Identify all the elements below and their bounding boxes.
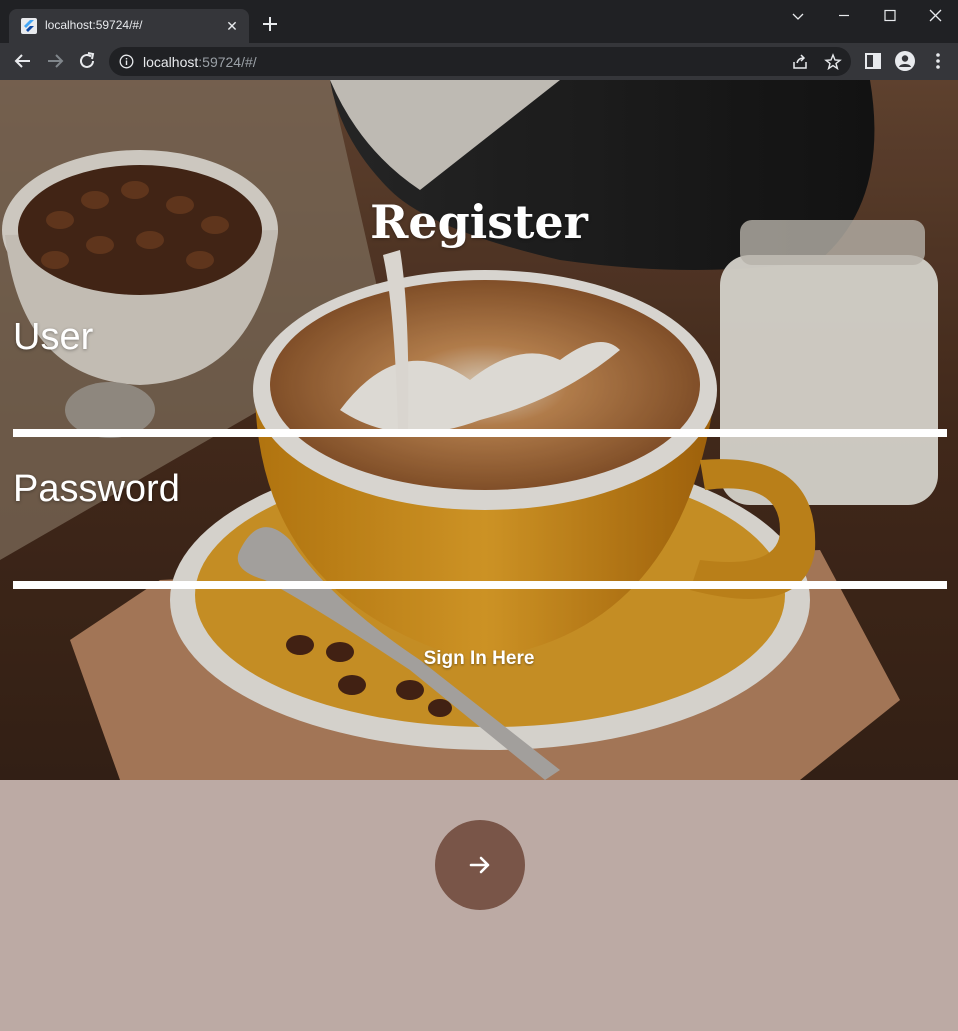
page: Register User Password Sign In Here xyxy=(0,80,958,1031)
user-input[interactable] xyxy=(13,370,947,430)
minimize-icon[interactable] xyxy=(821,4,867,28)
flutter-favicon-icon xyxy=(21,18,37,34)
submit-button[interactable] xyxy=(435,820,525,910)
arrow-forward-icon xyxy=(469,856,490,874)
browser-titlebar: localhost:59724/#/ ✕ xyxy=(0,0,958,43)
back-icon[interactable] xyxy=(12,50,34,72)
tab-search-icon[interactable] xyxy=(775,4,821,28)
side-panel-icon[interactable] xyxy=(862,50,884,72)
bookmark-star-icon[interactable] xyxy=(824,53,842,71)
password-underline xyxy=(13,581,947,589)
site-info-icon[interactable] xyxy=(119,54,134,69)
reload-icon[interactable] xyxy=(76,50,98,72)
register-title: Register xyxy=(370,195,588,249)
password-input[interactable] xyxy=(13,522,947,582)
user-underline xyxy=(13,429,947,437)
tab-close-icon[interactable]: ✕ xyxy=(223,17,241,35)
url-host: localhost xyxy=(143,54,199,70)
profile-avatar-icon[interactable] xyxy=(894,50,916,72)
new-tab-icon[interactable] xyxy=(260,14,280,34)
tab-title: localhost:59724/#/ xyxy=(45,18,143,32)
sign-in-link[interactable]: Sign In Here xyxy=(0,648,958,670)
hero-background: Register User Password Sign In Here xyxy=(0,80,958,780)
password-label: Password xyxy=(13,468,180,510)
maximize-icon[interactable] xyxy=(867,4,913,28)
browser-toolbar: localhost:59724/#/ xyxy=(0,43,958,80)
share-icon[interactable] xyxy=(791,53,809,71)
url-path: :59724/#/ xyxy=(198,54,257,70)
sign-in-link-label: Sign In Here xyxy=(423,648,535,669)
close-window-icon[interactable] xyxy=(912,4,958,28)
address-text: localhost:59724/#/ xyxy=(143,54,257,70)
user-label: User xyxy=(13,316,94,358)
forward-icon[interactable] xyxy=(44,50,66,72)
address-bar[interactable]: localhost:59724/#/ xyxy=(109,47,851,76)
browser-tab[interactable]: localhost:59724/#/ ✕ xyxy=(9,9,249,43)
menu-kebab-icon[interactable] xyxy=(927,50,949,72)
